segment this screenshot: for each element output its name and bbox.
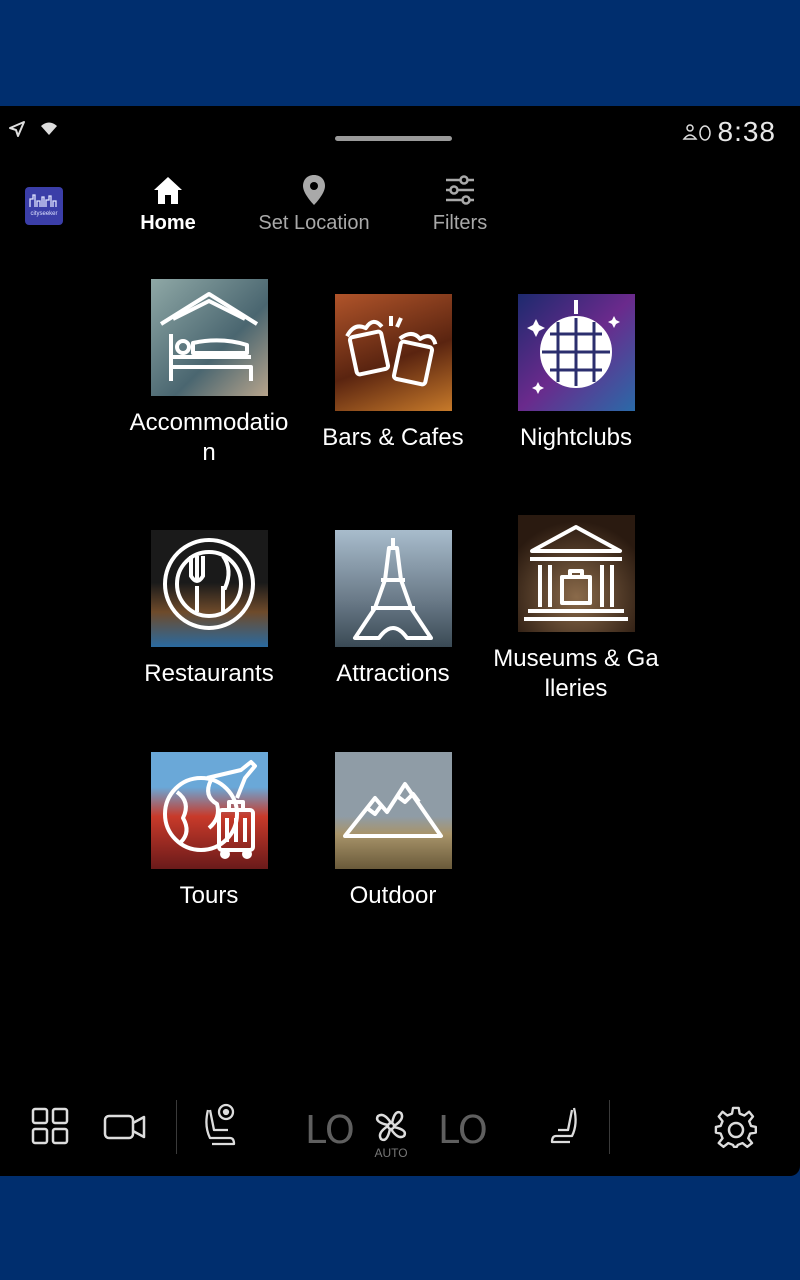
category-accommodation[interactable]: Accommodation [119,279,299,468]
right-temp-value: LO [438,1108,488,1152]
fan-mode-label: AUTO [374,1146,408,1160]
left-temp-value: LO [305,1108,355,1152]
category-label: Tours [179,882,239,909]
profile-icon [681,124,711,141]
nav-home-label: Home [140,212,196,234]
category-label: Attractions [336,660,450,687]
driver-seat-heat-button[interactable] [198,1102,242,1148]
app-screen: 8:38 cityseeker Home Set Location Filter… [0,106,800,1176]
grid-icon [31,1107,69,1145]
accommodation-image [150,279,268,396]
category-outdoor[interactable]: Outdoor [303,752,483,911]
fan-control[interactable]: AUTO [370,1106,412,1160]
restaurants-image [150,530,268,647]
nav-filters[interactable]: Filters [385,172,535,235]
fan-icon [375,1110,407,1142]
category-label: Museums & Galleries [493,645,659,702]
app-grid-button[interactable] [30,1106,70,1146]
top-nav: Home Set Location Filters [0,172,800,242]
seat-icon [550,1107,577,1144]
wifi-icon [41,122,57,135]
category-attractions[interactable]: Attractions [303,530,483,689]
outdoor-image [334,752,452,869]
camera-button[interactable] [102,1108,148,1144]
category-label: Bars & Cafes [322,424,464,451]
nav-home[interactable]: Home [93,172,243,235]
settings-button[interactable] [714,1106,758,1150]
globe-luggage-icon [162,760,257,859]
bars-cafes-image [334,294,452,411]
navigation-arrow-icon [9,121,25,137]
category-label: Restaurants [144,660,274,687]
passenger-seat-heat-button[interactable] [548,1104,584,1148]
home-icon [154,177,182,204]
category-label: Nightclubs [519,424,633,451]
status-right: 8:38 [681,116,777,148]
clock: 8:38 [717,116,776,147]
museum-icon [523,525,628,621]
category-museums-galleries[interactable]: Museums & Galleries [486,515,666,704]
nav-set-location[interactable]: Set Location [239,172,389,235]
divider [176,1100,177,1154]
video-camera-icon [103,1114,146,1140]
category-label: Outdoor [349,882,437,909]
climate-bar: LO AUTO LO [0,1096,800,1176]
location-pin-icon [303,175,325,205]
plate-cutlery-icon [162,538,255,630]
right-temp[interactable]: LO [438,1108,488,1152]
museums-galleries-image [517,515,635,632]
seat-steering-icon [205,1103,236,1146]
beer-mugs-icon [344,316,437,387]
divider [609,1100,610,1154]
status-icons [8,120,58,138]
nightclubs-image [517,294,635,411]
drag-handle[interactable] [335,136,452,141]
disco-ball-icon [526,300,620,394]
attractions-image [334,530,452,647]
nav-filters-label: Filters [432,212,488,234]
eiffel-tower-icon [352,538,433,640]
category-tours[interactable]: Tours [119,752,299,911]
mountains-icon [342,782,443,838]
category-bars-cafes[interactable]: Bars & Cafes [303,294,483,453]
gear-icon [714,1106,757,1149]
category-label: Accommodation [129,409,289,466]
left-temp[interactable]: LO [305,1108,355,1152]
category-restaurants[interactable]: Restaurants [119,530,299,689]
tours-image [150,752,268,869]
nav-set-location-label: Set Location [258,212,370,234]
bed-icon [159,292,258,381]
sliders-icon [446,175,474,205]
category-nightclubs[interactable]: Nightclubs [486,294,666,453]
